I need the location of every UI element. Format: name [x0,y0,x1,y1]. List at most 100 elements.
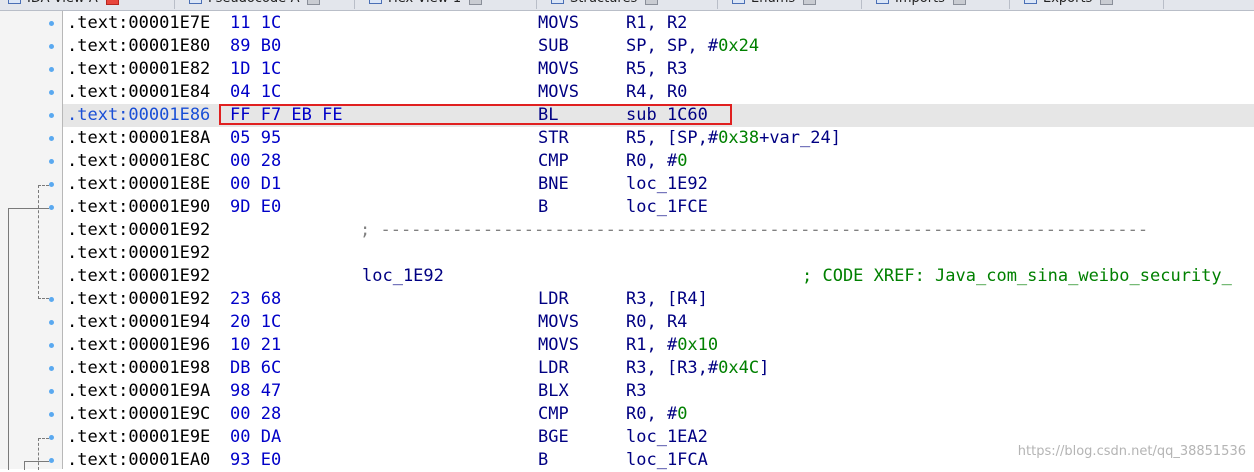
line-bullet-icon[interactable] [49,297,54,302]
listing-row[interactable]: .text:00001E8A 05 95 STR R5, [SP,#0x38+var_… [63,127,1254,150]
address: .text:00001E86 [67,105,211,125]
tab-close-icon[interactable] [469,0,483,5]
opcode-bytes: 00 28 [230,151,282,171]
tab-exports[interactable]: Exports [1010,0,1164,9]
line-bullet-icon[interactable] [49,205,54,210]
line-bullet-icon[interactable] [49,366,54,371]
operand-text: loc_1FCA [626,450,708,470]
mnemonic: CMP [538,404,569,424]
tab-close-icon[interactable] [307,0,321,5]
tab-close-icon[interactable] [645,0,659,5]
tab-label: Pseudocode-A [208,0,299,6]
tab-close-icon[interactable] [1100,0,1114,5]
listing-row[interactable]: .text:00001E8C 00 28 CMP R0, #0 [63,150,1254,173]
address: .text:00001E7E [67,13,211,33]
xref-comment: ; CODE XREF: Java_com_sina_weibo_securit… [802,266,1232,286]
tab-hex-view-1[interactable]: Hex View-1 [355,0,537,9]
mnemonic: SUB [538,36,569,56]
listing-row[interactable]: .text:00001E92 ; ------------------------… [63,219,1254,242]
operands: R0, #0 [626,151,687,172]
immediate-value: 0x24 [718,36,760,56]
operand-text: loc_1EA2 [626,427,708,447]
tab-close-icon[interactable] [105,0,119,5]
address: .text:00001E8C [67,151,211,171]
opcode-bytes: 98 47 [230,381,282,401]
immediate-value: 0x10 [677,335,719,355]
opcode-bytes: 05 95 [230,128,282,148]
listing-row[interactable]: .text:00001E92 loc_1E92 ; CODE XREF: Java_… [63,265,1254,288]
tab-view-icon [1024,0,1037,4]
tab-close-icon[interactable] [952,0,966,5]
listing-row[interactable]: .text:00001E9C 00 28 CMP R0, #0 [63,403,1254,426]
address: .text:00001E94 [67,312,211,332]
operand-text: R3, [R4] [626,289,708,309]
tab-view-icon [551,0,564,4]
line-bullet-icon[interactable] [49,67,54,72]
listing-row[interactable]: .text:00001E92 [63,242,1254,265]
tab-label: Hex View-1 [388,0,461,6]
operands: loc_1FCE [626,197,708,218]
line-bullet-icon[interactable] [49,159,54,164]
disassembly-listing[interactable]: .text:00001E7E 11 1C MOVS R1, R2 .text:00001… [63,11,1254,471]
address: .text:00001E9C [67,404,211,424]
mnemonic: CMP [538,151,569,171]
address: .text:00001E8A [67,128,211,148]
tab-view-icon [369,0,382,4]
line-bullet-icon[interactable] [49,320,54,325]
listing-row[interactable]: .text:00001E86 FF F7 EB FE BL sub_1C60 [63,104,1254,127]
operands: loc_1FCA [626,450,708,471]
listing-row[interactable]: .text:00001E92 23 68 LDR R3, [R4] [63,288,1254,311]
tab-ida-view-a[interactable]: IDA View-A [0,0,175,9]
operands: R3, [R4] [626,289,708,310]
address: .text:00001E80 [67,36,211,56]
listing-row[interactable]: .text:00001E7E 11 1C MOVS R1, R2 [63,12,1254,35]
tab-enums[interactable]: Enums [718,0,862,9]
line-bullet-icon[interactable] [49,136,54,141]
listing-row[interactable]: .text:00001E96 10 21 MOVS R1, #0x10 [63,334,1254,357]
listing-row[interactable]: .text:00001E80 89 B0 SUB SP, SP, #0x24 [63,35,1254,58]
mnemonic: MOVS [538,335,579,355]
opcode-bytes: 04 1C [230,82,282,102]
listing-row[interactable]: .text:00001E94 20 1C MOVS R0, R4 [63,311,1254,334]
address: .text:00001E92 [67,243,211,263]
tab-structures[interactable]: Structures [537,0,718,9]
listing-row[interactable]: .text:00001E84 04 1C MOVS R4, R0 [63,81,1254,104]
listing-row[interactable]: .text:00001E82 1D 1C MOVS R5, R3 [63,58,1254,81]
line-bullet-icon[interactable] [49,389,54,394]
opcode-bytes: 11 1C [230,13,282,33]
tab-imports[interactable]: Imports [862,0,1010,9]
operand-text: ] [759,358,770,378]
opcode-bytes: FF F7 EB FE [230,105,343,125]
mnemonic: B [538,450,549,470]
listing-row[interactable]: .text:00001E98 DB 6C LDR R3, [R3,#0x4C] [63,357,1254,380]
line-bullet-icon[interactable] [49,21,54,26]
line-bullet-icon[interactable] [49,113,54,118]
opcode-bytes: 10 21 [230,335,282,355]
immediate-value: 0x38 [718,128,760,148]
mnemonic: LDR [538,358,569,378]
line-bullet-icon[interactable] [49,182,54,187]
line-bullet-icon[interactable] [49,412,54,417]
mnemonic: MOVS [538,59,579,79]
address: .text:00001E84 [67,82,211,102]
operands: R0, #0 [626,404,687,425]
line-bullet-icon[interactable] [49,435,54,440]
tab-label: Enums [751,0,795,6]
operand-text: R3 [626,381,647,401]
tab-pseudocode-a[interactable]: Pseudocode-A [175,0,355,9]
line-bullet-icon[interactable] [49,44,54,49]
listing-row[interactable]: .text:00001E8E 00 D1 BNE loc_1E92 [63,173,1254,196]
address: .text:00001E82 [67,59,211,79]
address: .text:00001E96 [67,335,211,355]
line-bullet-icon[interactable] [49,90,54,95]
tab-close-icon[interactable] [803,0,817,5]
code-label: loc_1E92 [362,266,444,286]
operands: loc_1EA2 [626,427,708,448]
line-bullet-icon[interactable] [49,343,54,348]
line-bullet-icon[interactable] [49,458,54,463]
operand-text: loc_1FCE [626,197,708,217]
opcode-bytes: 93 E0 [230,450,282,470]
listing-row[interactable]: .text:00001E90 9D E0 Bloc_1FCE [63,196,1254,219]
listing-row[interactable]: .text:00001E9A 98 47 BLX R3 [63,380,1254,403]
address: .text:00001E92 [67,289,211,309]
